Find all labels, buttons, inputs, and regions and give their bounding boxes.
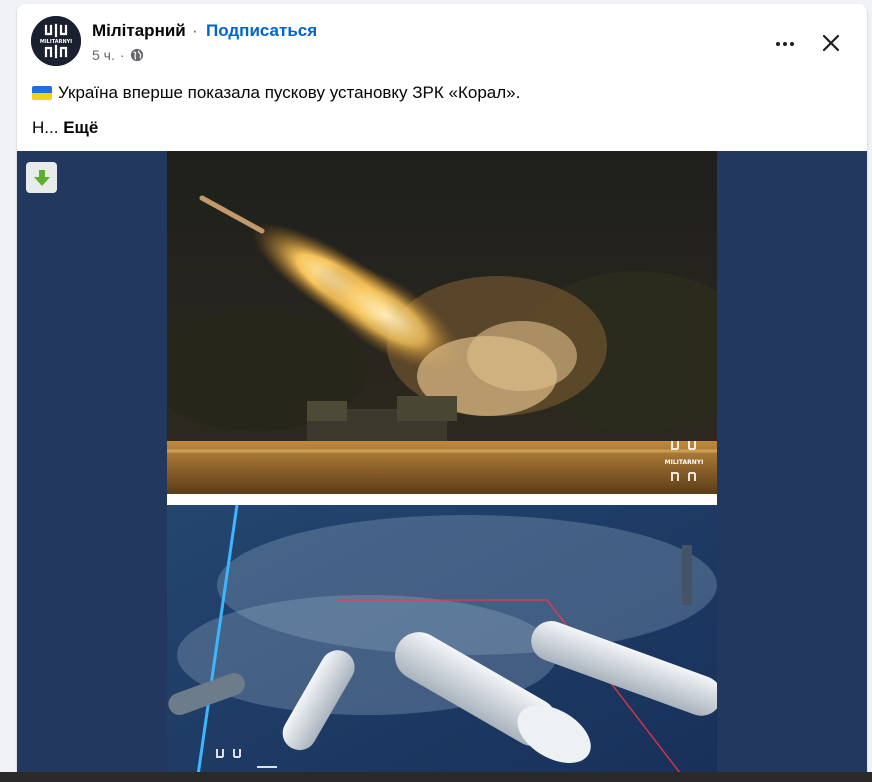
download-arrow-icon (33, 169, 50, 186)
post-timestamp[interactable]: 5 ч. (92, 47, 115, 63)
more-horizontal-icon (775, 42, 796, 46)
photo-watermark-text: MILITARNYI (665, 459, 704, 466)
close-icon (822, 34, 840, 52)
photo-divider (167, 494, 717, 505)
ukraine-flag-icon (32, 86, 52, 100)
taskbar-strip (0, 772, 872, 782)
globe-icon[interactable] (130, 48, 144, 62)
name-separator: · (192, 21, 198, 40)
subscribe-button[interactable]: Подписаться (206, 21, 317, 41)
militarnyi-logo: MILITARNYI (31, 16, 81, 66)
download-button[interactable] (26, 162, 57, 193)
meta-separator: · (119, 47, 125, 63)
close-button[interactable] (814, 26, 848, 60)
post-text-line2: Н... Ещё (32, 116, 98, 140)
post-media[interactable]: MILITARNYI (17, 151, 867, 782)
page-name-link[interactable]: Мілітарний (92, 21, 186, 41)
launch-photo[interactable]: MILITARNYI (167, 151, 717, 494)
truncated-text: Н... (32, 118, 59, 137)
post-text-content: Україна вперше показала пускову установк… (58, 83, 521, 102)
post-header: MILITARNYI Мілітарний · Подписаться 5 ч.… (17, 4, 867, 76)
post-card: MILITARNYI Мілітарний · Подписаться 5 ч.… (17, 4, 867, 782)
more-options-button[interactable] (765, 26, 805, 62)
avatar-logo-text: MILITARNYI (40, 39, 72, 45)
page-avatar[interactable]: MILITARNYI (31, 16, 81, 66)
see-more-button[interactable]: Ещё (63, 118, 98, 137)
post-text-line1: Україна вперше показала пускову установк… (32, 81, 520, 105)
post-meta: 5 ч. · (92, 47, 144, 63)
missiles-render[interactable] (167, 505, 717, 782)
